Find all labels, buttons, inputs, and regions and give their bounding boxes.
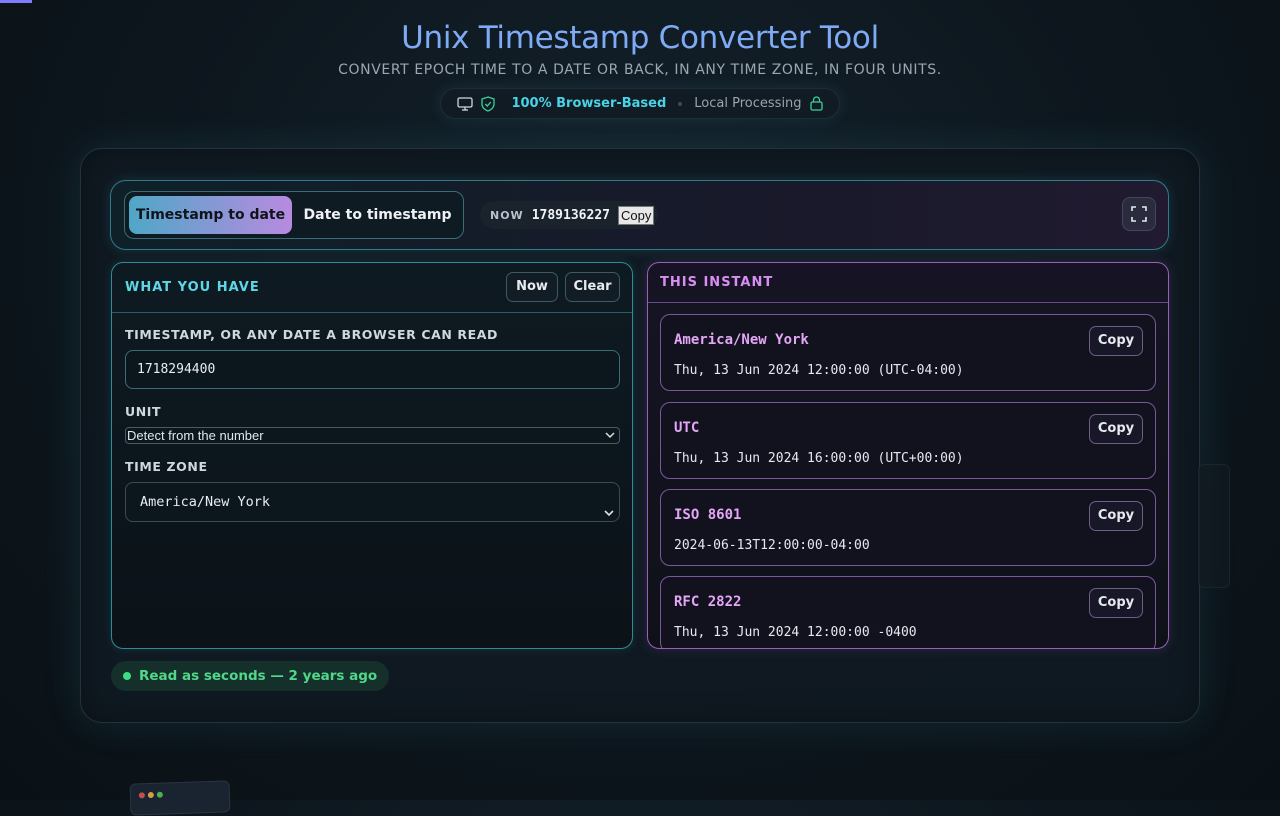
page-title: Unix Timestamp Converter Tool <box>401 20 879 56</box>
result-card: RFC 2822 Thu, 13 Jun 2024 12:00:00 -0400… <box>660 576 1156 648</box>
now-label: NOW <box>490 208 524 222</box>
result-value: Thu, 13 Jun 2024 12:00:00 (UTC-04:00) <box>674 363 964 378</box>
result-name: UTC <box>674 420 700 436</box>
result-value: Thu, 13 Jun 2024 16:00:00 (UTC+00:00) <box>674 451 964 466</box>
timezone-select-value: America/New York <box>140 494 271 510</box>
copy-result-button[interactable]: Copy <box>1089 588 1143 618</box>
results-panel-header: THIS INSTANT <box>648 263 1168 303</box>
tab-date-to-timestamp[interactable]: Date to timestamp <box>296 196 459 234</box>
result-card: America/New York Thu, 13 Jun 2024 12:00:… <box>660 314 1156 391</box>
separator-dot <box>678 101 683 106</box>
timezone-select[interactable]: America/New York <box>125 482 620 522</box>
top-accent-line <box>0 0 32 3</box>
local-processing-label: Local Processing <box>694 96 802 111</box>
now-timestamp-chip: NOW 1789136227 Copy <box>480 201 659 229</box>
now-button[interactable]: Now <box>506 272 558 302</box>
result-card: ISO 8601 2024-06-13T12:00:00-04:00 Copy <box>660 489 1156 566</box>
fullscreen-button[interactable] <box>1122 197 1156 231</box>
decorative-window <box>129 780 231 816</box>
unit-select[interactable]: Detect from the number <box>125 427 620 444</box>
copy-result-button[interactable]: Copy <box>1089 414 1143 444</box>
copy-now-button[interactable]: Copy <box>617 205 655 225</box>
timestamp-input[interactable]: 1718294400 <box>125 350 620 389</box>
status-dot <box>123 672 131 680</box>
results-panel-title: THIS INSTANT <box>660 275 774 290</box>
result-name: RFC 2822 <box>674 594 742 610</box>
shield-check-icon <box>481 95 496 112</box>
unit-select-value: Detect from the number <box>127 428 264 443</box>
unit-label: UNIT <box>125 404 162 419</box>
decorative-panel <box>1198 464 1230 588</box>
expand-icon <box>1131 206 1147 222</box>
input-panel-title: WHAT YOU HAVE <box>125 280 260 295</box>
now-value: 1789136227 <box>531 207 610 223</box>
status-text: Read as seconds — 2 years ago <box>139 668 378 684</box>
privacy-badge: 100% Browser-Based Local Processing <box>440 88 840 119</box>
chevron-down-icon <box>605 429 615 444</box>
monitor-icon <box>457 96 474 111</box>
result-value: Thu, 13 Jun 2024 12:00:00 -0400 <box>674 625 917 640</box>
status-badge: Read as seconds — 2 years ago <box>111 661 390 691</box>
clear-button[interactable]: Clear <box>565 272 620 302</box>
page-subtitle: CONVERT EPOCH TIME TO A DATE OR BACK, IN… <box>338 62 942 78</box>
chevron-down-icon <box>604 496 614 534</box>
copy-result-button[interactable]: Copy <box>1089 326 1143 356</box>
input-panel-header: WHAT YOU HAVE Now Clear <box>112 263 632 313</box>
results-panel: THIS INSTANT America/New York Thu, 13 Ju… <box>647 262 1169 649</box>
result-value: 2024-06-13T12:00:00-04:00 <box>674 538 870 553</box>
result-name: ISO 8601 <box>674 507 742 523</box>
lock-icon <box>809 96 823 111</box>
result-name: America/New York <box>674 332 809 348</box>
copy-result-button[interactable]: Copy <box>1089 501 1143 531</box>
browser-based-label: 100% Browser-Based <box>511 96 667 111</box>
tab-timestamp-to-date[interactable]: Timestamp to date <box>129 196 292 234</box>
result-card: UTC Thu, 13 Jun 2024 16:00:00 (UTC+00:00… <box>660 402 1156 479</box>
timestamp-label: TIMESTAMP, OR ANY DATE A BROWSER CAN REA… <box>125 327 499 342</box>
input-panel: WHAT YOU HAVE Now Clear TIMESTAMP, OR AN… <box>111 262 633 649</box>
timezone-label: TIME ZONE <box>125 459 208 474</box>
